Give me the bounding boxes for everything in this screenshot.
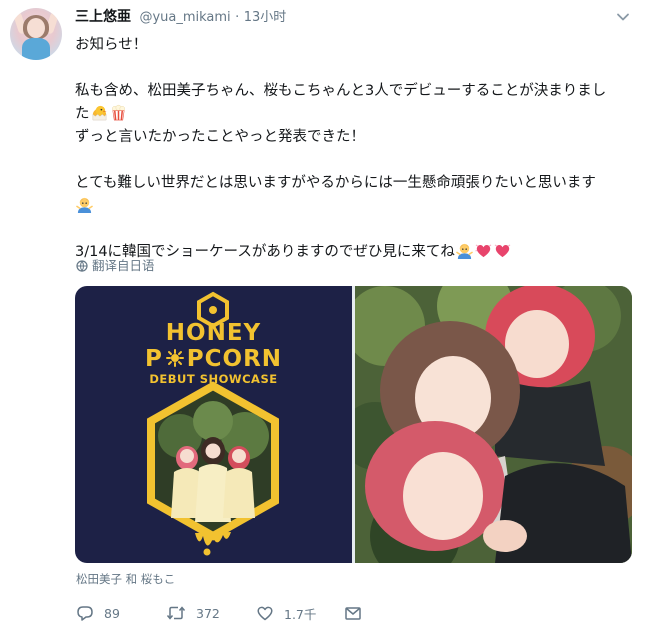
poster-title-line2: P PCORN — [75, 346, 352, 372]
reply-count: 89 — [104, 605, 120, 621]
text-line: お知らせ！ — [75, 37, 148, 53]
tweet-card: 三上悠亜 @yua_mikami · 13小时 お知らせ！ 私も含め、松田美子ち… — [0, 0, 648, 628]
popcorn-logo-icon — [164, 348, 186, 368]
heart-emoji — [494, 244, 511, 258]
poster-subtitle: DEBUT SHOWCASE — [149, 372, 278, 386]
text-line — [75, 218, 635, 241]
person-emoji — [456, 243, 473, 259]
tweet-text: お知らせ！ 私も含め、松田美子ちゃん、桜もこちゃんと3人でデビューすることが決ま… — [75, 34, 635, 264]
text-line: た — [75, 106, 90, 122]
reply-icon — [77, 606, 93, 621]
retweet-button[interactable]: 372 — [166, 602, 220, 624]
text-line — [75, 149, 635, 172]
like-button[interactable]: 1.7千 — [256, 602, 316, 624]
like-count: 1.7千 — [284, 606, 317, 622]
tweet-header: 三上悠亜 @yua_mikami · 13小时 — [75, 8, 286, 26]
poster-title-p: P — [144, 346, 163, 372]
text-line: ずっと言いたかったことやっと発表できた！ — [75, 129, 365, 145]
hatching-chick-emoji — [92, 105, 107, 121]
direct-message-button[interactable] — [344, 602, 362, 624]
media-grid: HONEY P PCORN DEBUT SHOWCASE — [75, 286, 632, 563]
poster-title-line1: HONEY — [165, 320, 262, 346]
selfie-graphic — [355, 286, 632, 563]
avatar[interactable] — [10, 8, 62, 60]
retweet-count: 372 — [196, 605, 220, 621]
envelope-icon — [345, 607, 361, 620]
globe-icon — [76, 260, 88, 272]
text-line-with-emoji: 3/14に韓国でショーケースがありますのでぜひ見に来てね — [75, 241, 635, 264]
reply-button[interactable]: 89 — [76, 602, 120, 624]
separator-dot: · — [235, 10, 240, 25]
retweet-icon — [166, 606, 186, 620]
text-line-with-emoji: た — [75, 103, 635, 126]
popcorn-emoji — [111, 104, 125, 121]
text-line: 私も含め、松田美子ちゃん、桜もこちゃんと3人でデビューすることが決まりまし — [75, 83, 607, 99]
translate-link[interactable]: 翻译自日语 — [76, 257, 155, 275]
heart-icon — [257, 606, 273, 621]
tagged-users[interactable]: 松田美子 和 桜もこ — [76, 571, 175, 587]
poster-title-pcorn: PCORN — [186, 346, 283, 372]
emoji-line — [75, 195, 635, 218]
user-handle[interactable]: @yua_mikami — [139, 10, 230, 25]
action-bar: 89 372 1.7千 — [76, 602, 636, 624]
showcase-poster-image[interactable]: HONEY P PCORN DEBUT SHOWCASE — [75, 286, 352, 563]
heart-emoji — [475, 244, 492, 258]
selfie-photo-image[interactable] — [355, 286, 632, 563]
person-emoji — [76, 197, 93, 213]
timestamp[interactable]: 13小时 — [244, 10, 287, 25]
display-name[interactable]: 三上悠亜 — [75, 9, 131, 25]
translate-label: 翻译自日语 — [92, 258, 155, 273]
text-line: とても難しい世界だとは思いますがやるからには一生懸命頑張りたいと思います — [75, 175, 596, 191]
text-line — [75, 57, 635, 80]
chevron-down-icon[interactable] — [616, 10, 630, 24]
